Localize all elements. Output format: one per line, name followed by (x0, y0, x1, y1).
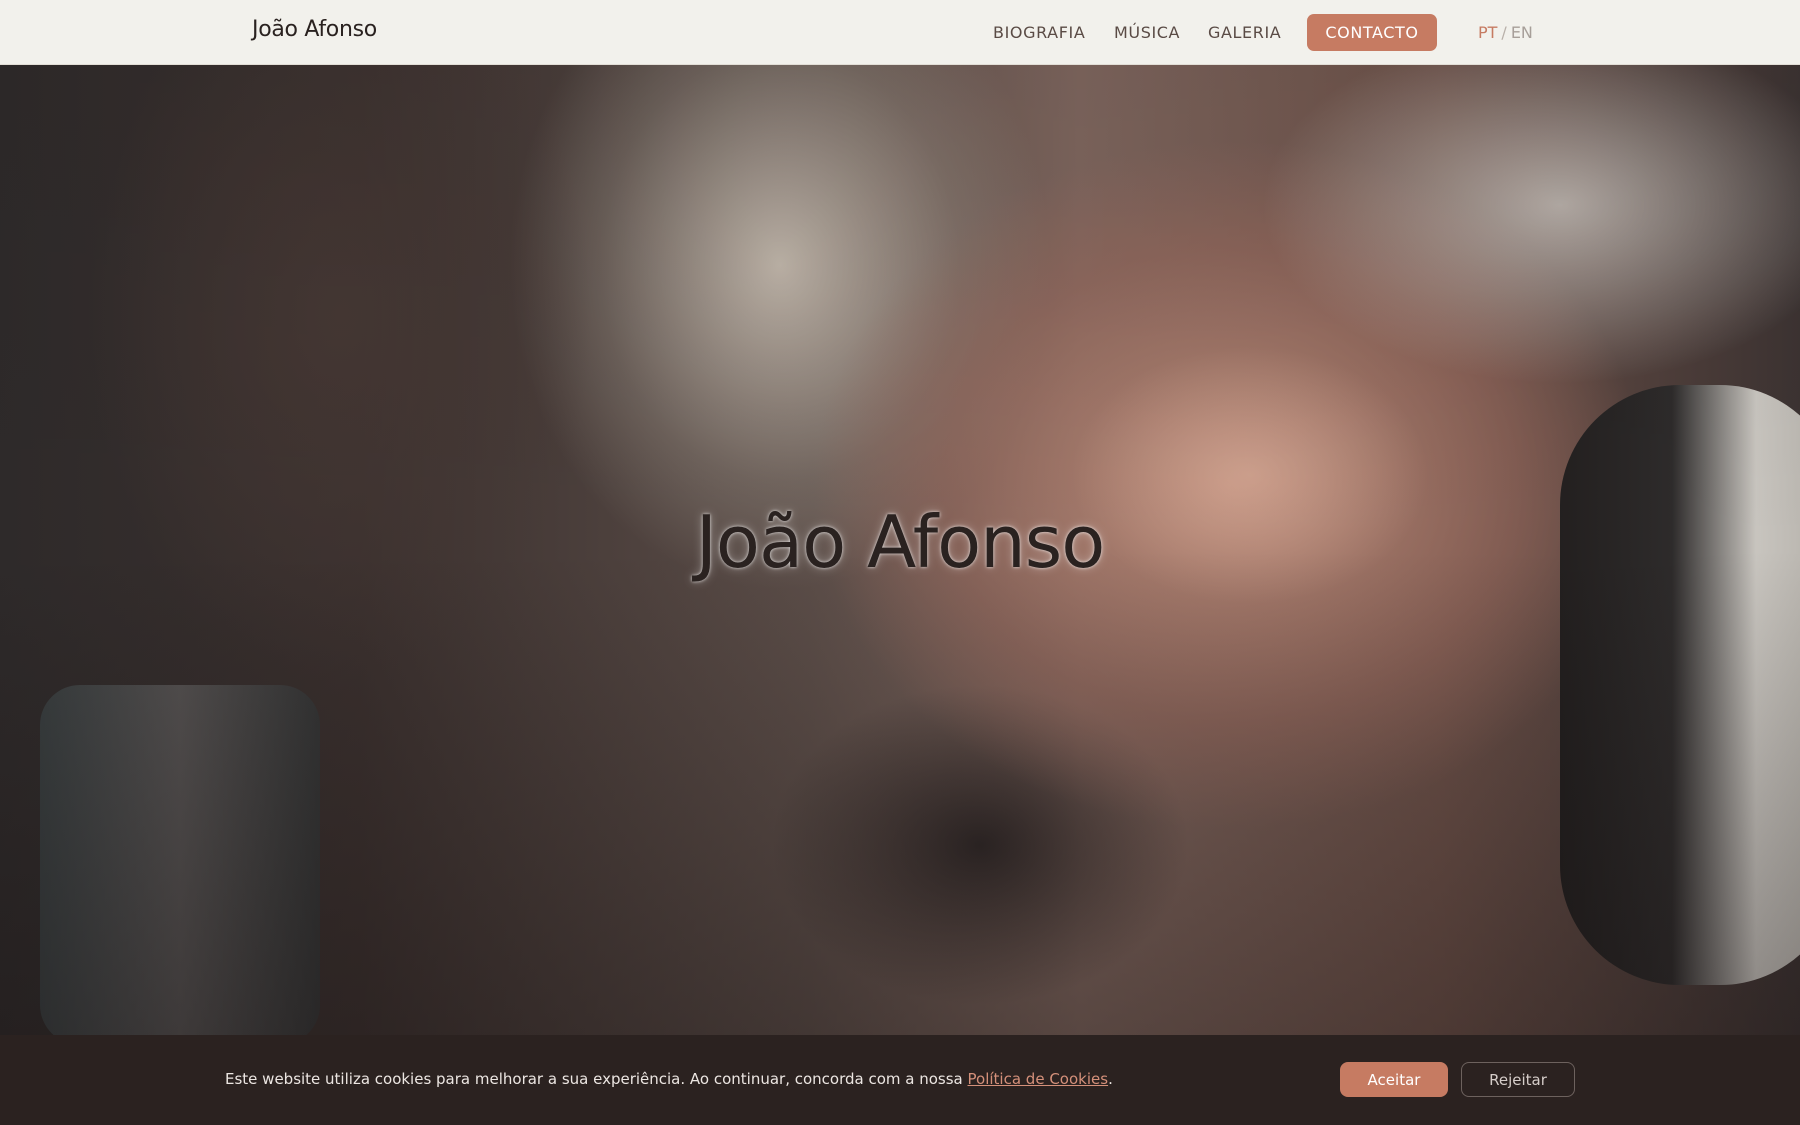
lang-en-link[interactable]: EN (1511, 23, 1533, 42)
nav-link-galeria[interactable]: GALERIA (1208, 23, 1281, 42)
nav-link-musica[interactable]: MÚSICA (1114, 23, 1180, 42)
lang-separator: / (1501, 23, 1507, 42)
main-nav: BIOGRAFIA MÚSICA GALERIA CONTACTO PT / EN (0, 0, 1800, 65)
cookie-banner: Este website utiliza cookies para melhor… (0, 1035, 1800, 1125)
cookie-policy-link[interactable]: Política de Cookies (968, 1070, 1109, 1088)
language-switcher: PT / EN (1478, 23, 1533, 42)
cookie-message: Este website utiliza cookies para melhor… (225, 1070, 1113, 1088)
site-header: João Afonso BIOGRAFIA MÚSICA GALERIA CON… (0, 0, 1800, 65)
nav-link-biografia[interactable]: BIOGRAFIA (993, 23, 1085, 42)
hero-section: João Afonso (0, 65, 1800, 1035)
cookie-message-trailing: . (1108, 1070, 1113, 1088)
contact-button[interactable]: CONTACTO (1307, 14, 1437, 51)
cookie-message-text: Este website utiliza cookies para melhor… (225, 1070, 968, 1088)
reject-cookies-button[interactable]: Rejeitar (1461, 1062, 1575, 1097)
hero-title: João Afonso (695, 500, 1106, 584)
lang-pt-link[interactable]: PT (1478, 23, 1497, 42)
accept-cookies-button[interactable]: Aceitar (1340, 1062, 1448, 1097)
